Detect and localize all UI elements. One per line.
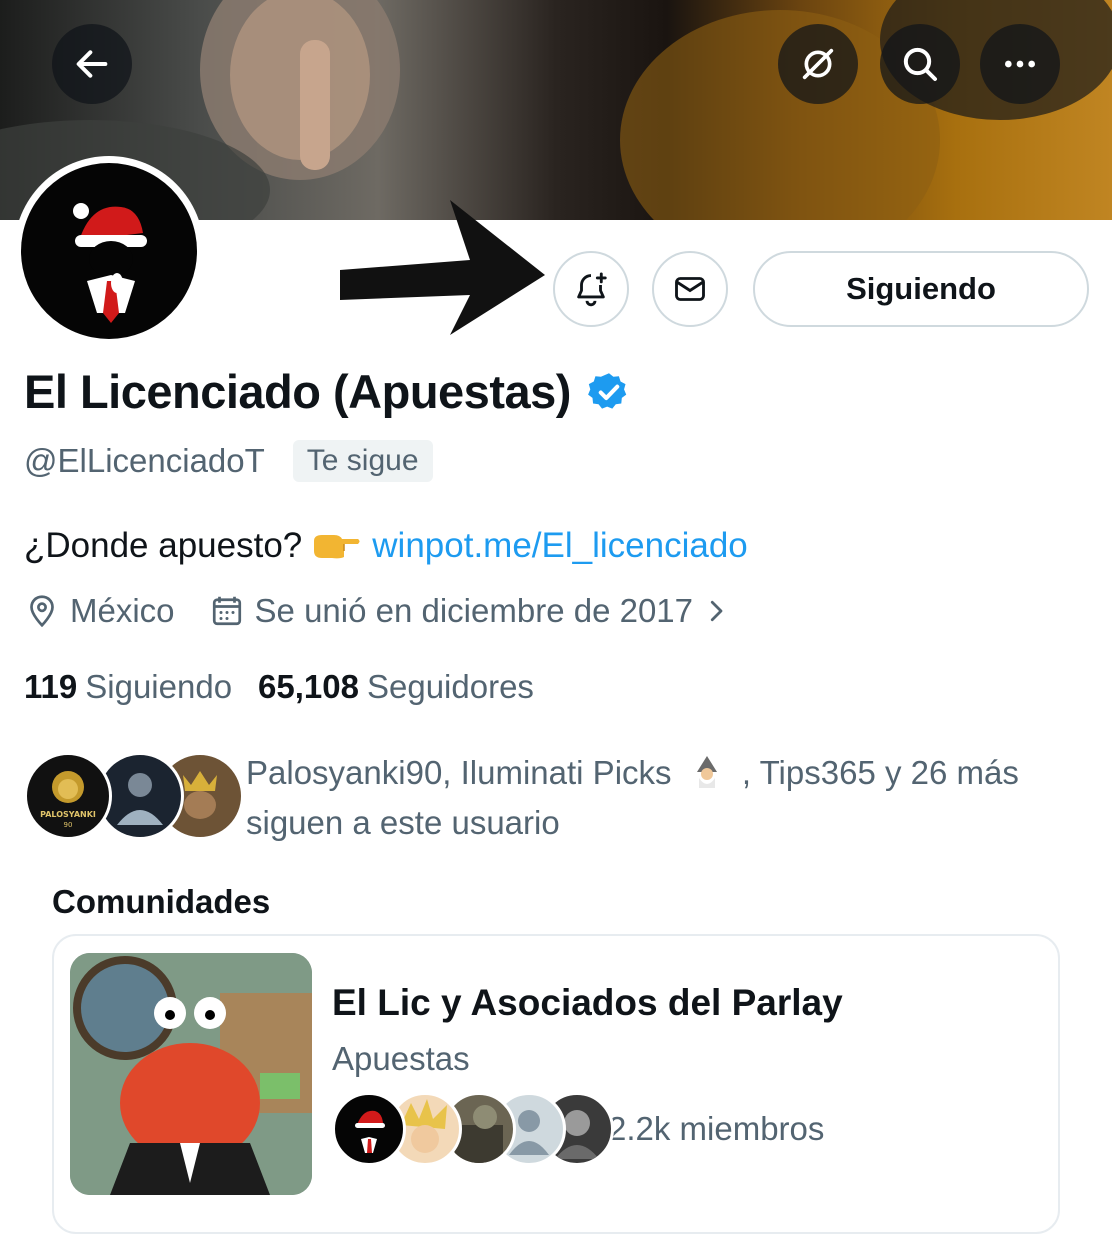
join-date-text: Se unió en diciembre de 2017	[254, 592, 694, 629]
more-icon	[1005, 60, 1035, 68]
avatar-image	[21, 163, 197, 339]
handle-row: @ElLicenciadoT Te sigue	[24, 440, 433, 482]
search-button[interactable]	[880, 24, 960, 104]
bell-plus-icon	[577, 272, 607, 307]
community-image	[70, 953, 312, 1195]
notifications-button[interactable]	[553, 251, 629, 327]
grok-icon	[802, 48, 834, 80]
location: México	[24, 592, 175, 630]
follower-avatar-1: PALOSYANKI 90	[24, 752, 112, 840]
profile-meta: México Se unió en diciembre de 2017	[24, 592, 741, 630]
back-button[interactable]	[52, 24, 132, 104]
followers-label: Seguidores	[366, 668, 534, 705]
mage-icon	[696, 756, 717, 788]
bio-link[interactable]: winpot.me/El_licenciado	[372, 526, 747, 566]
follow-stats: 119 Siguiendo 65,108 Seguidores	[24, 668, 560, 706]
community-members: 2.2k miembros	[608, 1110, 825, 1147]
followers-you-know-avatars[interactable]: PALOSYANKI 90	[24, 752, 244, 842]
more-button[interactable]	[980, 24, 1060, 104]
calendar-icon	[212, 596, 241, 626]
fyk-names: Palosyanki90, Iluminati Picks	[246, 754, 672, 791]
followers-you-know-text[interactable]: Palosyanki90, Iluminati Picks , Tips365 …	[246, 748, 1096, 848]
follower-avatar-1-number: 90	[64, 821, 73, 829]
search-icon	[903, 47, 937, 81]
pointing-hand-icon	[312, 531, 362, 561]
bio-text: ¿Donde apuesto?	[24, 526, 303, 565]
display-name: El Licenciado (Apuestas)	[24, 364, 631, 419]
following-stat[interactable]: 119 Siguiendo	[24, 668, 232, 706]
crab-cartoon-image	[70, 953, 312, 1195]
handle: @ElLicenciadoT	[24, 442, 265, 479]
communities-title: Comunidades	[52, 883, 271, 920]
community-name[interactable]: El Lic y Asociados del Parlay	[332, 982, 843, 1024]
fyk-line2: siguen a este usuario	[246, 804, 560, 841]
location-pin-icon	[30, 595, 54, 628]
grok-button[interactable]	[778, 24, 858, 104]
fyk-rest: , Tips365 y 26 más	[741, 754, 1019, 791]
member-avatar-1	[332, 1092, 406, 1166]
lion-logo: PALOSYANKI 90	[40, 771, 96, 829]
community-category: Apuestas	[332, 1040, 470, 1077]
display-name-text: El Licenciado (Apuestas)	[24, 365, 571, 418]
community-member-avatars	[332, 1092, 614, 1168]
following-button[interactable]: Siguiendo	[753, 251, 1089, 327]
followers-count: 65,108	[258, 668, 359, 705]
envelope-icon	[675, 277, 705, 301]
chevron-right-icon	[710, 600, 723, 622]
santa-mafia-logo-small	[355, 1110, 385, 1153]
bio: ¿Donde apuesto? winpot.me/El_licenciado	[24, 526, 748, 566]
follower-avatar-1-label: PALOSYANKI	[40, 810, 96, 819]
location-text: México	[70, 592, 175, 629]
verified-check-icon	[588, 372, 627, 409]
profile-avatar[interactable]	[14, 156, 204, 346]
followers-stat[interactable]: 65,108 Seguidores	[258, 668, 534, 706]
pointing-right-emoji	[314, 535, 360, 559]
follows-you-badge: Te sigue	[292, 440, 433, 482]
santa-mafia-logo	[73, 203, 147, 323]
following-label: Siguiendo	[85, 668, 233, 705]
verified-badge-icon[interactable]	[587, 370, 631, 414]
following-count: 119	[24, 668, 78, 705]
message-button[interactable]	[652, 251, 728, 327]
drawn-arrow-annotation	[340, 200, 545, 335]
back-arrow-icon	[76, 50, 108, 78]
join-date[interactable]: Se unió en diciembre de 2017	[209, 592, 741, 630]
